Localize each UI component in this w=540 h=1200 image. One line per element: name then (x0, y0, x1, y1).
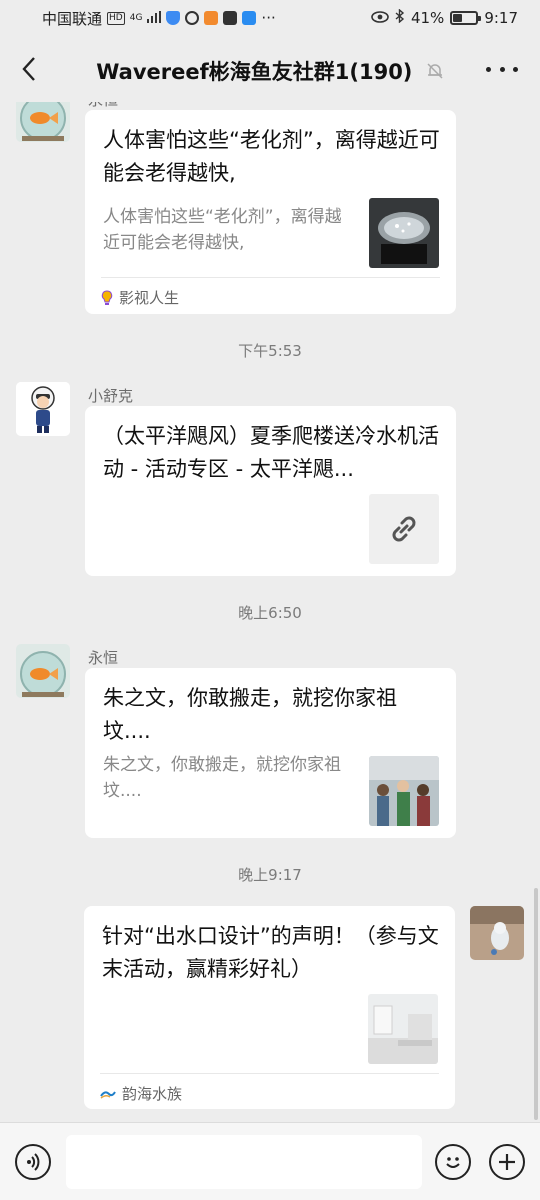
clock: 9:17 (484, 9, 518, 27)
avatar-yongheng[interactable] (16, 102, 70, 142)
circle-app-icon (185, 11, 200, 25)
pilot-cartoon-avatar (16, 382, 70, 436)
bluetooth-icon (395, 8, 405, 27)
sender-name: 永恒 (88, 649, 119, 667)
message-input[interactable] (66, 1135, 422, 1189)
article-source: 韵海水族 (100, 1083, 182, 1104)
more-notifications-icon: ··· (261, 9, 276, 27)
voice-toggle-button[interactable] (15, 1144, 51, 1180)
article-thumbnail (368, 994, 438, 1064)
dot (499, 66, 505, 72)
add-button[interactable] (489, 1144, 525, 1180)
sender-name: 永恒 (88, 102, 118, 110)
article-title: 针对“出水口设计”的声明！（参与文末活动，赢精彩好礼） (102, 924, 439, 981)
source-app-icon (100, 1090, 116, 1099)
network-label: 4G (129, 12, 143, 23)
card-divider (101, 277, 440, 278)
page-title[interactable]: Wavereef彬海鱼友社群1(190) (0, 56, 540, 86)
message-app-icon (223, 11, 238, 25)
source-name: 韵海水族 (122, 1085, 183, 1103)
article-title: 朱之文，你敢搬走，就挖你家祖坟.... (103, 686, 397, 743)
battery-percent: 41% (410, 9, 445, 27)
timestamp: 下午5:53 (238, 342, 302, 360)
eye-icon (371, 9, 389, 27)
article-thumbnail (369, 198, 439, 268)
source-app-icon (101, 289, 113, 305)
article-desc: 人体害怕这些“老化剂”，离得越近可能会老得越快, (103, 207, 342, 253)
timestamp: 晚上6:50 (238, 604, 302, 622)
scrollbar[interactable] (534, 888, 538, 1120)
input-bar (0, 1122, 540, 1200)
battery-icon (450, 11, 482, 25)
voice-icon (27, 1153, 40, 1171)
group-name: Wavereef彬海鱼友社群1(190) (96, 60, 413, 84)
emoji-icon (446, 1157, 460, 1168)
hd-icon: HD (107, 11, 125, 25)
sender-name: 小舒克 (88, 387, 134, 405)
article-card-1[interactable]: 人体害怕这些“老化剂”，离得越近可能会老得越快, 人体害怕这些“老化剂”，离得越… (85, 110, 456, 314)
avatar-yongheng[interactable] (16, 644, 70, 698)
carrier-label: 中国联通 (42, 9, 103, 28)
message-list[interactable]: 永恒 人体害怕这些“老化剂”，离得越近可能会老得越快, 人体害怕这些“老化剂”，… (0, 102, 540, 1122)
article-desc: 朱之文，你敢搬走，就挖你家祖坟.... (103, 755, 341, 801)
plus-icon (499, 1154, 515, 1170)
more-options-button[interactable] (486, 56, 518, 82)
status-bar: 中国联通 HD 4G ··· 41% 9:17 (0, 0, 540, 36)
shield-app-icon (166, 11, 181, 25)
article-thumbnail (369, 756, 439, 826)
play-app-icon (204, 11, 219, 25)
link-title: （太平洋飓风）夏季爬楼送冷水机活动 - 活动专区 - 太平洋飓... (103, 424, 439, 481)
link-placeholder (369, 494, 439, 564)
chat-header: Wavereef彬海鱼友社群1(190) (0, 36, 540, 102)
goldfish-bowl-avatar (16, 644, 70, 698)
article-title: 人体害怕这些“老化剂”，离得越近可能会老得越快, (103, 128, 440, 185)
cloud-app-icon (242, 11, 257, 25)
card-divider (100, 1073, 439, 1074)
goldfish-bowl-avatar (16, 102, 70, 142)
dot (486, 66, 491, 72)
timestamp: 晚上9:17 (238, 866, 302, 884)
self-avatar-image (470, 906, 524, 960)
emoji-button[interactable] (435, 1144, 471, 1180)
article-card-2[interactable]: 朱之文，你敢搬走，就挖你家祖坟.... 朱之文，你敢搬走，就挖你家祖坟.... (85, 668, 456, 838)
mute-bell-icon (426, 61, 444, 85)
link-card[interactable]: （太平洋飓风）夏季爬楼送冷水机活动 - 活动专区 - 太平洋飓... (85, 406, 456, 576)
link-icon (392, 516, 416, 542)
source-name: 影视人生 (119, 289, 180, 307)
article-card-3[interactable]: 针对“出水口设计”的声明！（参与文末活动，赢精彩好礼） 韵海水族 (84, 906, 455, 1109)
avatar-xiaoshuke[interactable] (16, 382, 70, 436)
signal-icon (147, 9, 162, 27)
avatar-self[interactable] (470, 906, 524, 960)
dot (513, 66, 518, 72)
article-source: 影视人生 (101, 287, 179, 308)
